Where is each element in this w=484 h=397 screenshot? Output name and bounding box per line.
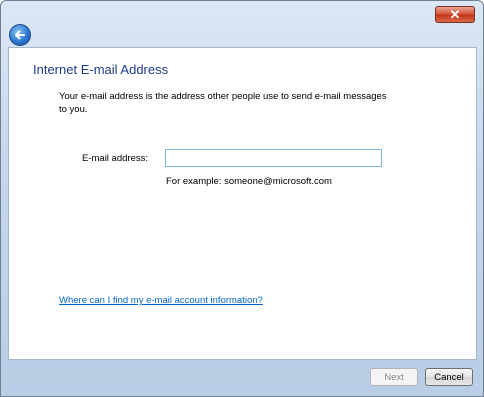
cancel-button[interactable]: Cancel: [425, 368, 473, 386]
page-title: Internet E-mail Address: [33, 62, 169, 77]
title-bar: ✕: [1, 1, 483, 47]
wizard-window: ✕ Internet E-mail Address Your e-mail ad…: [0, 0, 484, 397]
back-arrow-icon: [15, 30, 25, 40]
content-panel: Internet E-mail Address Your e-mail addr…: [8, 47, 477, 360]
email-label: E-mail address:: [82, 153, 148, 164]
description-text: Your e-mail address is the address other…: [59, 91, 387, 115]
close-icon: ✕: [449, 6, 461, 22]
footer-bar: Next Cancel: [8, 360, 477, 390]
back-button[interactable]: [9, 24, 31, 46]
close-button[interactable]: ✕: [435, 6, 475, 23]
email-input[interactable]: [165, 149, 382, 167]
next-button[interactable]: Next: [370, 368, 418, 386]
email-example-text: For example: someone@microsoft.com: [166, 176, 332, 187]
help-link[interactable]: Where can I find my e-mail account infor…: [59, 295, 263, 306]
